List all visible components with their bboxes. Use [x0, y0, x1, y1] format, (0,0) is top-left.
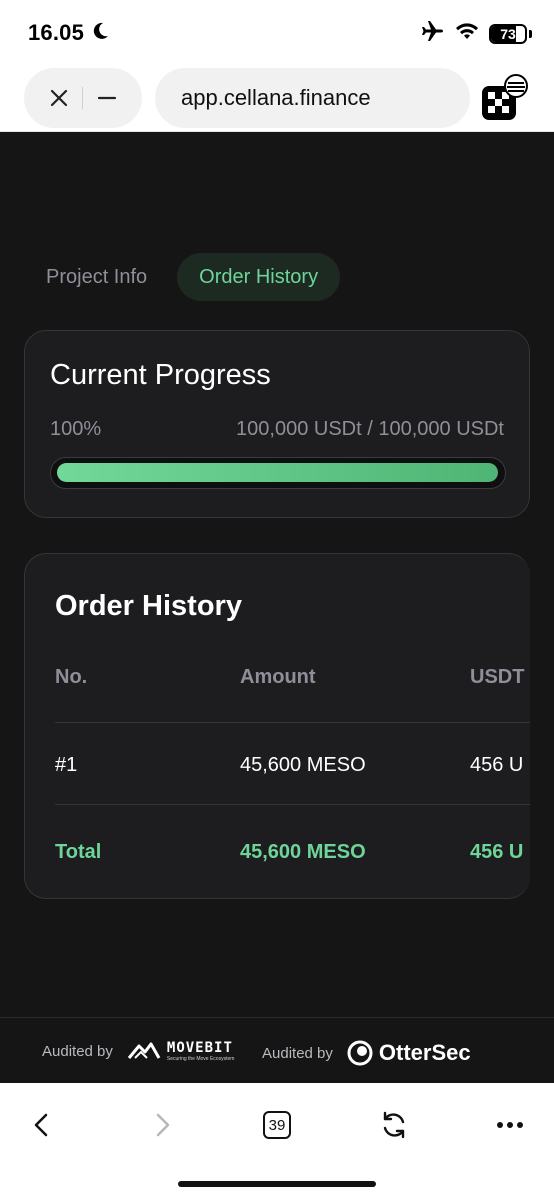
main-content: Project Info Order History Current Progr…	[0, 133, 554, 1017]
forward-icon[interactable]	[140, 1103, 184, 1147]
divider	[55, 722, 530, 723]
back-icon[interactable]	[20, 1103, 64, 1147]
progress-track	[50, 457, 506, 489]
row-usdt: 456 U	[470, 754, 524, 776]
order-history-card: Order History No. Amount USDT #1 45,600 …	[24, 553, 530, 899]
okx-logo-icon[interactable]	[480, 74, 530, 124]
home-indicator	[178, 1181, 376, 1187]
status-bar: 16.05 73	[0, 0, 554, 64]
tab-order-history[interactable]: Order History	[177, 253, 341, 301]
total-label: Total	[55, 841, 102, 863]
divider	[55, 804, 530, 805]
movebit-name: MOVEBIT	[166, 1039, 233, 1056]
minimize-icon[interactable]	[92, 83, 122, 113]
order-history-title: Order History	[55, 590, 242, 622]
audit-ottersec: Audited by OtterSec	[262, 1040, 471, 1066]
movebit-logo: MOVEBIT Securing the Move Ecosystem	[127, 1039, 235, 1062]
total-usdt: 456 U	[470, 841, 524, 863]
row-amount: 45,600 MESO	[240, 754, 366, 776]
column-header-no: No.	[55, 666, 88, 688]
audit-movebit: Audited by MOVEBIT Securing the Move Eco…	[42, 1040, 234, 1062]
progress-fill	[57, 463, 498, 482]
status-time: 16.05	[28, 20, 85, 45]
tabs-icon[interactable]: 39	[255, 1103, 299, 1147]
column-header-usdt: USDT	[470, 666, 525, 688]
audit-footer: Audited by MOVEBIT Securing the Move Eco…	[0, 1017, 554, 1083]
moon-icon	[90, 21, 110, 47]
progress-card: Current Progress 100% 100,000 USDt / 100…	[24, 330, 530, 518]
ottersec-logo: OtterSec	[347, 1040, 471, 1066]
ottersec-name: OtterSec	[378, 1040, 471, 1065]
audit-label: Audited by	[42, 1042, 113, 1060]
browser-nav-bar: 39	[0, 1083, 554, 1200]
column-header-amount: Amount	[240, 666, 316, 688]
movebit-tagline: Securing the Move Ecosystem	[166, 1055, 235, 1062]
ottersec-logo-icon	[347, 1040, 373, 1066]
reload-icon[interactable]	[372, 1103, 416, 1147]
close-icon[interactable]	[44, 83, 74, 113]
wifi-icon	[455, 21, 479, 46]
row-no: #1	[55, 754, 78, 776]
airplane-icon	[421, 20, 445, 47]
battery-level: 73	[500, 25, 516, 42]
battery-icon: 73	[489, 23, 527, 44]
audit-label: Audited by	[262, 1044, 333, 1062]
progress-title: Current Progress	[50, 359, 271, 391]
window-controls	[24, 68, 142, 128]
url-text: app.cellana.finance	[181, 85, 371, 110]
tab-bar: Project Info Order History	[24, 253, 341, 301]
more-icon[interactable]	[488, 1103, 532, 1147]
url-bar[interactable]: app.cellana.finance	[155, 68, 470, 128]
tab-project-info[interactable]: Project Info	[24, 253, 169, 301]
progress-percent: 100%	[50, 418, 102, 440]
total-amount: 45,600 MESO	[240, 841, 366, 863]
tab-count: 39	[263, 1111, 291, 1139]
browser-toolbar: app.cellana.finance	[0, 64, 554, 132]
progress-amounts: 100,000 USDt / 100,000 USDt	[236, 418, 504, 440]
movebit-logo-icon	[127, 1042, 161, 1059]
